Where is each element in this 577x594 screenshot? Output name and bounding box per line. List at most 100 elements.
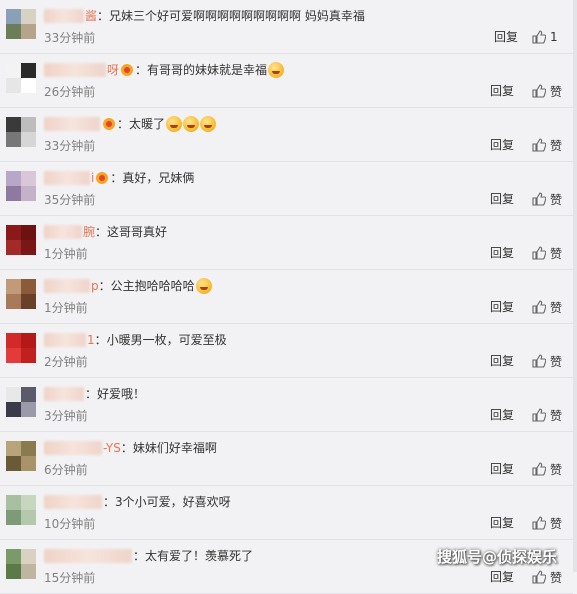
vip-badge-icon xyxy=(103,118,115,130)
avatar[interactable] xyxy=(6,333,36,363)
thumbs-up-icon xyxy=(532,354,546,368)
comment-item: p ： 公主抱哈哈哈哈 1分钟前 回复 赞 xyxy=(0,270,573,324)
reply-button[interactable]: 回复 xyxy=(490,299,514,315)
avatar[interactable] xyxy=(6,171,36,201)
avatar[interactable] xyxy=(6,117,36,147)
username[interactable]: 1 xyxy=(87,330,95,350)
like-button[interactable]: 赞 xyxy=(532,460,562,478)
reply-button[interactable]: 回复 xyxy=(490,569,514,585)
username[interactable]: 酱 xyxy=(85,6,97,26)
reply-button[interactable]: 回复 xyxy=(490,83,514,99)
like-button[interactable]: 赞 xyxy=(532,352,562,370)
comment-item: -YS ： 妹妹们好幸福啊 6分钟前 回复 赞 xyxy=(0,432,573,486)
username[interactable]: -YS xyxy=(103,438,121,458)
comment-text: 真好，兄妹俩 xyxy=(122,171,195,185)
comment-time: 26分钟前 xyxy=(44,85,96,99)
comment-time: 15分钟前 xyxy=(44,571,96,585)
watermark: 搜狐号@侦探娱乐 xyxy=(437,548,558,566)
comment-time: 10分钟前 xyxy=(44,517,96,531)
like-button[interactable]: 赞 xyxy=(532,568,562,586)
blurred-username xyxy=(44,171,90,185)
comment-text: 好爱哦！ xyxy=(97,387,146,401)
comment-list: 酱 ： 兄妹三个好可爱啊啊啊啊啊啊啊啊啊 妈妈真幸福 33分钟前 回复 1 呀 … xyxy=(0,0,573,594)
username[interactable]: 腕 xyxy=(83,222,95,242)
like-label: 赞 xyxy=(550,354,563,369)
comment-time: 6分钟前 xyxy=(44,463,88,477)
blurred-username xyxy=(44,9,84,23)
avatar[interactable] xyxy=(6,549,36,579)
like-label: 赞 xyxy=(550,138,563,153)
reply-button[interactable]: 回复 xyxy=(490,353,514,369)
like-label: 赞 xyxy=(550,516,563,531)
avatar[interactable] xyxy=(6,387,36,417)
avatar[interactable] xyxy=(6,441,36,471)
like-button[interactable]: 赞 xyxy=(532,514,562,532)
avatar[interactable] xyxy=(6,495,36,525)
thumbs-up-icon xyxy=(532,84,546,98)
scrollbar[interactable] xyxy=(573,0,577,572)
laugh-emoji-icon xyxy=(268,62,285,78)
comment-time: 33分钟前 xyxy=(44,139,96,153)
reply-button[interactable]: 回复 xyxy=(490,407,514,423)
reply-button[interactable]: 回复 xyxy=(494,29,518,45)
blurred-username xyxy=(44,279,90,293)
reply-button[interactable]: 回复 xyxy=(490,137,514,153)
username[interactable]: 呀 xyxy=(107,60,119,80)
username[interactable]: i xyxy=(91,168,94,188)
comment-text: 有哥哥的妹妹就是幸福 xyxy=(147,63,268,77)
comment-item: 酱 ： 兄妹三个好可爱啊啊啊啊啊啊啊啊啊 妈妈真幸福 33分钟前 回复 1 xyxy=(0,0,573,54)
thumbs-up-icon xyxy=(532,30,546,44)
like-button[interactable]: 赞 xyxy=(532,136,562,154)
blurred-username xyxy=(44,441,102,455)
blush-emoji-icon xyxy=(183,116,200,132)
thumbs-up-icon xyxy=(532,246,546,260)
blurred-username xyxy=(44,549,132,563)
like-button[interactable]: 赞 xyxy=(532,244,562,262)
username[interactable]: p xyxy=(91,276,99,296)
comment-text: 公主抱哈哈哈哈 xyxy=(110,279,195,293)
thumbs-up-icon xyxy=(532,408,546,422)
comment-text: 这哥哥真好 xyxy=(107,225,168,239)
thumbs-up-icon xyxy=(532,138,546,152)
blurred-username xyxy=(44,333,86,347)
vip-badge-icon xyxy=(96,172,109,184)
avatar[interactable] xyxy=(6,9,36,39)
reply-button[interactable]: 回复 xyxy=(490,461,514,477)
comment-item: 呀 ： 有哥哥的妹妹就是幸福 26分钟前 回复 赞 xyxy=(0,54,573,108)
like-button[interactable]: 赞 xyxy=(532,298,562,316)
thumbs-up-icon xyxy=(532,516,546,530)
comment-item: ： 太暖了 33分钟前 回复 赞 xyxy=(0,108,573,162)
comment-time: 3分钟前 xyxy=(44,409,88,423)
laugh-emoji-icon xyxy=(195,278,212,294)
reply-button[interactable]: 回复 xyxy=(490,191,514,207)
like-label: 赞 xyxy=(550,408,563,423)
like-button[interactable]: 赞 xyxy=(532,190,562,208)
comment-text: 兄妹三个好可爱啊啊啊啊啊啊啊啊啊 妈妈真幸福 xyxy=(109,9,365,23)
comment-item: 1 ： 小暖男一枚，可爱至极 2分钟前 回复 赞 xyxy=(0,324,573,378)
reply-button[interactable]: 回复 xyxy=(490,515,514,531)
thumbs-up-icon xyxy=(532,570,546,584)
thumbs-up-icon xyxy=(532,300,546,314)
like-label: 赞 xyxy=(550,462,563,477)
like-label: 赞 xyxy=(550,570,563,585)
blurred-username xyxy=(44,63,106,77)
like-button[interactable]: 赞 xyxy=(532,82,562,100)
comment-time: 1分钟前 xyxy=(44,247,88,261)
vip-badge-icon xyxy=(121,64,134,76)
comment-text: 小暖男一枚，可爱至极 xyxy=(106,333,227,347)
like-count: 1 xyxy=(550,30,558,44)
reply-button[interactable]: 回复 xyxy=(490,245,514,261)
like-button[interactable]: 1 xyxy=(532,28,558,46)
comment-text: 3个小可爱，好喜欢呀 xyxy=(115,495,231,509)
comment-item: ： 好爱哦！ 3分钟前 回复 赞 xyxy=(0,378,573,432)
blurred-username xyxy=(44,495,102,509)
comment-time: 2分钟前 xyxy=(44,355,88,369)
thumbs-up-icon xyxy=(532,192,546,206)
comment-text: 太有爱了！羡慕死了 xyxy=(145,549,254,563)
like-label: 赞 xyxy=(550,84,563,99)
blurred-username xyxy=(44,387,84,401)
like-button[interactable]: 赞 xyxy=(532,406,562,424)
avatar[interactable] xyxy=(6,225,36,255)
avatar[interactable] xyxy=(6,279,36,309)
avatar[interactable] xyxy=(6,63,36,93)
